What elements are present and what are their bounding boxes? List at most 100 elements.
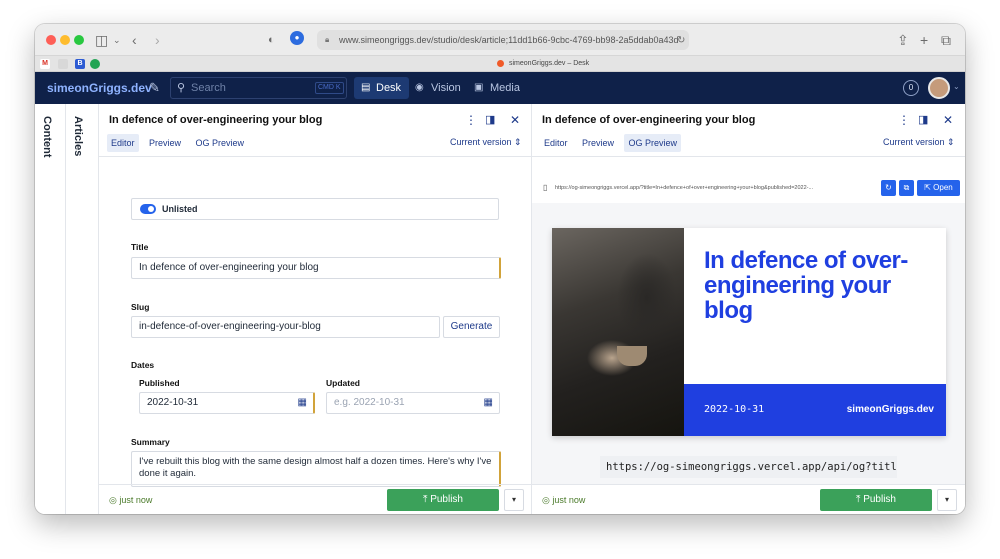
eye-icon: ◉ bbox=[415, 82, 424, 93]
browser-titlebar: ◫ ⌄ ‹ › ◐ ● 🔒︎ www.simeongriggs.dev/stud… bbox=[35, 24, 965, 56]
close-icon[interactable]: ✕ bbox=[510, 112, 520, 128]
publish-button[interactable]: ⤒ Publish bbox=[387, 489, 499, 511]
articles-pane-collapsed[interactable]: Articles bbox=[66, 104, 99, 514]
photo-shading bbox=[552, 228, 684, 436]
nav-media[interactable]: ▣ Media bbox=[472, 77, 520, 99]
forward-icon[interactable]: › bbox=[155, 32, 160, 48]
nav-vision[interactable]: ◉ Vision bbox=[413, 77, 461, 99]
version-select[interactable]: Current version ⇕ bbox=[883, 134, 955, 150]
tab-editor[interactable]: Editor bbox=[540, 134, 572, 152]
version-select[interactable]: Current version ⇕ bbox=[450, 134, 522, 150]
new-tab-icon[interactable]: + bbox=[920, 32, 928, 48]
back-icon[interactable]: ‹ bbox=[132, 32, 137, 48]
document-title: In defence of over-engineering your blog bbox=[109, 114, 323, 126]
lock-icon: 🔒︎ bbox=[325, 35, 330, 44]
check-circle-icon: ◎ bbox=[109, 495, 117, 505]
chevron-down-icon[interactable]: ⌄ bbox=[953, 82, 960, 91]
saved-status-text: just now bbox=[119, 495, 153, 505]
unlisted-label: Unlisted bbox=[162, 204, 198, 214]
title-label: Title bbox=[131, 242, 149, 252]
nav-desk[interactable]: ▤ Desk bbox=[354, 77, 410, 99]
split-pane-icon[interactable]: ◨ bbox=[485, 112, 495, 128]
publish-icon: ⤒ bbox=[855, 494, 861, 505]
published-date-input[interactable]: 2022-10-31 ▦ bbox=[139, 392, 315, 414]
summary-textarea[interactable]: I've rebuilt this blog with the same des… bbox=[131, 451, 501, 487]
updated-date-input[interactable]: e.g. 2022-10-31 ▦ bbox=[326, 392, 500, 414]
title-input[interactable]: In defence of over-engineering your blog bbox=[131, 257, 501, 279]
publish-menu-button[interactable]: ▾ bbox=[504, 489, 524, 511]
og-url-bar[interactable]: ▯ https://og-simeongriggs.vercel.app/?ti… bbox=[540, 180, 878, 196]
notifications-badge[interactable]: 0 bbox=[903, 80, 919, 96]
tab-editor[interactable]: Editor bbox=[107, 134, 139, 152]
check-circle-icon: ◎ bbox=[542, 495, 550, 505]
og-card-site: simeonGriggs.dev bbox=[846, 404, 934, 415]
calendar-icon[interactable]: ▦ bbox=[484, 393, 493, 413]
search-placeholder: Search bbox=[191, 82, 226, 94]
maximize-window-button[interactable] bbox=[74, 35, 84, 45]
open-label: Open bbox=[933, 183, 953, 192]
slug-label: Slug bbox=[131, 302, 150, 312]
close-window-button[interactable] bbox=[46, 35, 56, 45]
bookmark-b-favicon[interactable]: B bbox=[75, 59, 85, 69]
copy-icon: ⧉ bbox=[903, 183, 910, 192]
publish-button[interactable]: ⤒ Publish bbox=[820, 489, 932, 511]
shield-icon[interactable]: ◐ bbox=[268, 32, 275, 48]
share-icon[interactable]: ⇪ bbox=[897, 32, 909, 48]
bookmark-favicon[interactable] bbox=[58, 59, 68, 69]
version-label: Current version bbox=[883, 137, 945, 147]
search-input[interactable]: ⚲ Search CMD K bbox=[170, 77, 347, 99]
pane-header-divider bbox=[532, 156, 965, 157]
unlisted-toggle[interactable] bbox=[140, 204, 156, 214]
studio-navbar: simeonGriggs.dev ✎ ⚲ Search CMD K ▤ Desk… bbox=[35, 72, 965, 104]
chevron-updown-icon: ⇕ bbox=[514, 137, 522, 147]
og-card-band: 2022-10-31 simeonGriggs.dev bbox=[684, 384, 946, 436]
browser-tab-bar: M B simeonGriggs.dev – Desk bbox=[35, 56, 965, 72]
desk-icon: ▤ bbox=[361, 82, 371, 93]
updated-date-placeholder: e.g. 2022-10-31 bbox=[334, 397, 405, 408]
active-tab-title[interactable]: simeonGriggs.dev – Desk bbox=[509, 58, 589, 70]
minimize-window-button[interactable] bbox=[60, 35, 70, 45]
close-icon[interactable]: ✕ bbox=[943, 112, 953, 128]
editor-footer: ◎ just now ⤒ Publish ▾ bbox=[99, 484, 532, 514]
compose-icon[interactable]: ✎ bbox=[149, 80, 160, 96]
password-extension-icon[interactable]: ● bbox=[290, 31, 304, 45]
version-label: Current version bbox=[450, 137, 512, 147]
tab-preview[interactable]: Preview bbox=[578, 134, 618, 152]
generate-slug-button[interactable]: Generate bbox=[443, 316, 500, 338]
pane-header-divider bbox=[99, 156, 532, 157]
og-url-text: https://og-simeongriggs.vercel.app/?titl… bbox=[555, 185, 814, 191]
nav-vision-label: Vision bbox=[431, 82, 461, 94]
tab-overview-icon[interactable]: ⧉ bbox=[941, 32, 951, 48]
mobile-icon: ▯ bbox=[543, 183, 548, 192]
address-bar[interactable]: 🔒︎ www.simeongriggs.dev/studio/desk/arti… bbox=[317, 30, 689, 50]
publish-icon: ⤒ bbox=[422, 494, 428, 505]
tab-og-preview[interactable]: OG Preview bbox=[624, 134, 681, 152]
chevron-down-icon: ▾ bbox=[511, 495, 516, 504]
summary-label: Summary bbox=[131, 437, 170, 447]
sidebar-toggle-icon[interactable]: ◫ bbox=[95, 32, 108, 48]
copy-url-button[interactable]: ⧉ bbox=[899, 180, 914, 196]
publish-label: Publish bbox=[430, 494, 463, 505]
open-preview-button[interactable]: ⇱ Open bbox=[917, 180, 960, 196]
menu-dots-icon[interactable]: ⋮ bbox=[898, 112, 910, 128]
reload-preview-button[interactable]: ↻ bbox=[881, 180, 896, 196]
split-pane-icon[interactable]: ◨ bbox=[918, 112, 928, 128]
gmail-favicon[interactable]: M bbox=[40, 59, 50, 69]
calendar-icon[interactable]: ▦ bbox=[298, 393, 307, 413]
sanity-favicon bbox=[497, 60, 504, 67]
avatar[interactable] bbox=[928, 77, 950, 99]
nav-desk-label: Desk bbox=[376, 82, 402, 94]
dates-label: Dates bbox=[131, 360, 155, 370]
slug-input[interactable]: in-defence-of-over-engineering-your-blog bbox=[131, 316, 440, 338]
tab-preview[interactable]: Preview bbox=[145, 134, 185, 152]
chevron-down-icon[interactable]: ⌄ bbox=[113, 32, 121, 48]
publish-menu-button[interactable]: ▾ bbox=[937, 489, 957, 511]
bookmark-green-favicon[interactable] bbox=[90, 59, 100, 69]
brand-logo[interactable]: simeonGriggs.dev bbox=[47, 81, 152, 95]
reload-icon[interactable]: ↻ bbox=[677, 33, 685, 49]
unlisted-field: Unlisted bbox=[131, 198, 499, 220]
menu-dots-icon[interactable]: ⋮ bbox=[465, 112, 477, 128]
content-pane-collapsed[interactable]: Content bbox=[35, 104, 66, 514]
tab-og-preview[interactable]: OG Preview bbox=[191, 134, 248, 152]
image-icon: ▣ bbox=[474, 82, 484, 93]
